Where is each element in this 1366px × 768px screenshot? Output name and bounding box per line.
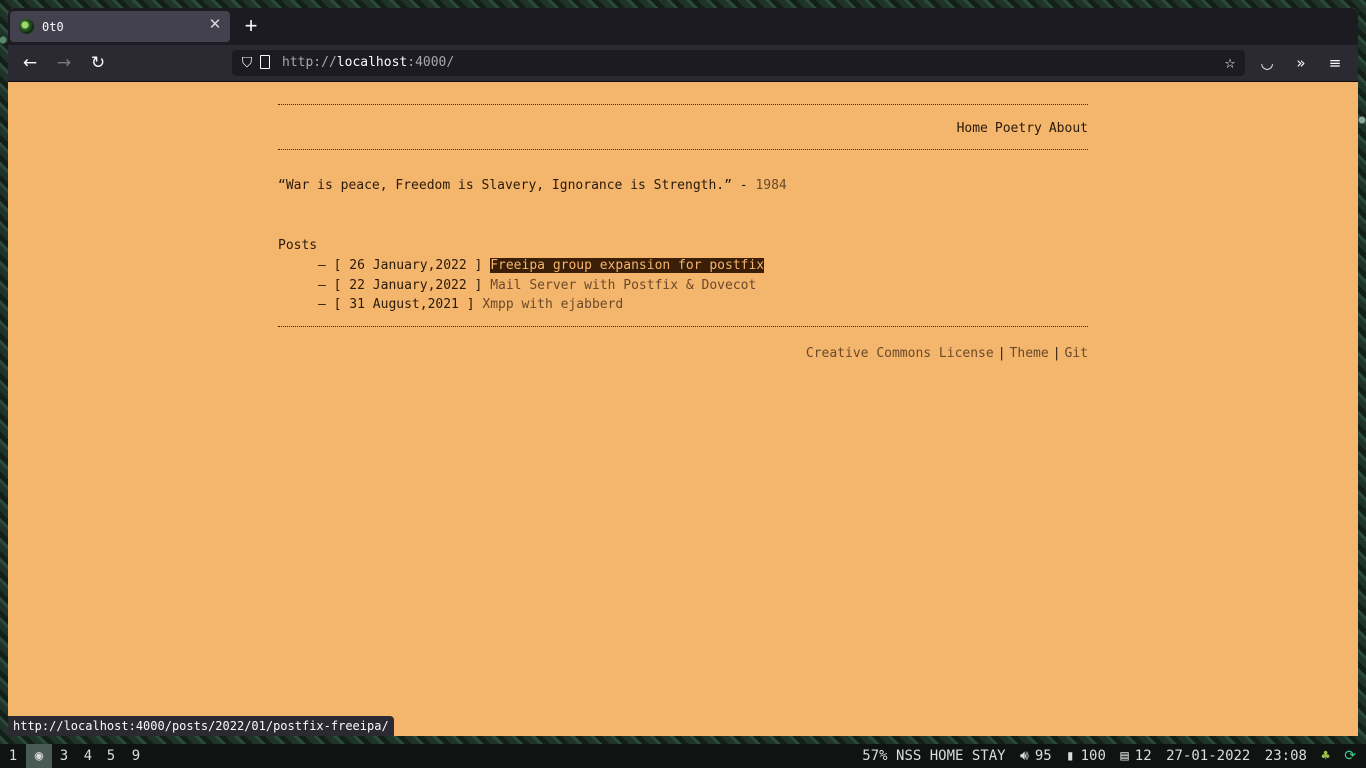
theme-link[interactable]: Theme <box>1010 346 1049 361</box>
post-item: – [ 26 January,2022 ] Freeipa group expa… <box>318 258 765 273</box>
top-divider <box>278 104 1088 105</box>
post-item: – [ 31 August,2021 ] Xmpp with ejabberd <box>318 297 623 312</box>
post-link[interactable]: Mail Server with Postfix & Dovecot <box>490 278 756 293</box>
close-tab-icon[interactable]: ✕ <box>206 16 224 34</box>
system-indicators: 57% NSS HOME STAY 🔊︎ 95 ▮ 100 ▤ 12 27-01-20… <box>856 744 1356 768</box>
quote-text: “War is peace, Freedom is Slavery, Ignor… <box>278 178 748 193</box>
memory-icon: ▤ <box>1120 748 1129 764</box>
nav-divider <box>278 149 1088 150</box>
nav-poetry-link[interactable]: Poetry <box>995 121 1042 136</box>
memory-value: 12 <box>1134 748 1152 764</box>
date: 27-01-2022 <box>1166 748 1251 764</box>
workspace-9[interactable]: 9 <box>128 744 144 768</box>
workspace-active[interactable]: ◉ <box>26 744 52 768</box>
system-status-bar: 1 ◉ 3 4 5 9 57% NSS HOME STAY 🔊︎ 95 ▮ 100 … <box>0 744 1366 768</box>
url-text[interactable]: http://localhost:4000/ <box>282 55 454 70</box>
browser-window: 0t0 ✕ + ← → ↻ ⛉ http://localhost:4000/ ☆… <box>8 8 1358 736</box>
post-link[interactable]: Freeipa group expansion for postfix <box>490 258 765 273</box>
reload-button[interactable]: ↻ <box>85 51 111 75</box>
battery-icon: ▮ <box>1066 748 1075 764</box>
overflow-chevron-icon[interactable]: » <box>1290 52 1312 74</box>
new-tab-button[interactable]: + <box>240 14 262 38</box>
clock: 23:08 <box>1264 748 1307 764</box>
nav-about-link[interactable]: About <box>1049 121 1088 136</box>
volume-icon: 🔊︎ <box>1020 748 1029 764</box>
license-link[interactable]: Creative Commons License <box>806 346 994 361</box>
workspace-4[interactable]: 4 <box>80 744 96 768</box>
tab-title: 0t0 <box>42 20 64 34</box>
workspace-3[interactable]: 3 <box>56 744 72 768</box>
site-footer: Creative Commons License | Theme | Git <box>806 346 1088 361</box>
url-bar[interactable]: ⛉ http://localhost:4000/ ☆ <box>232 50 1245 76</box>
post-link[interactable]: Xmpp with ejabberd <box>482 297 623 312</box>
post-date: – [ 31 August,2021 ] <box>318 297 475 312</box>
bookmark-star-icon[interactable]: ☆ <box>1219 52 1241 74</box>
url-port-path: :4000/ <box>407 55 455 70</box>
back-button[interactable]: ← <box>17 51 43 75</box>
workspace-1[interactable]: 1 <box>4 744 22 768</box>
git-link[interactable]: Git <box>1065 346 1088 361</box>
page-icon[interactable] <box>260 55 270 69</box>
battery-value: 100 <box>1080 748 1106 764</box>
post-date: – [ 22 January,2022 ] <box>318 278 483 293</box>
favicon-icon <box>19 19 34 34</box>
forward-button[interactable]: → <box>51 51 77 75</box>
url-host: localhost <box>336 55 408 70</box>
hamburger-menu-icon[interactable]: ≡ <box>1324 52 1346 74</box>
post-date: – [ 26 January,2022 ] <box>318 258 483 273</box>
navigation-bar: ← → ↻ ⛉ http://localhost:4000/ ☆ ◡ » ≡ <box>8 45 1358 82</box>
firefox-icon: ◉ <box>34 748 44 764</box>
posts-heading: Posts <box>278 238 318 253</box>
site-nav: Home Poetry About <box>950 121 1088 136</box>
tray-app-icon[interactable]: ♣ <box>1321 748 1329 764</box>
pocket-icon[interactable]: ◡ <box>1256 52 1278 74</box>
tray-sync-icon[interactable]: ⟳ <box>1344 748 1356 764</box>
tab-strip: 0t0 ✕ + <box>8 8 1358 45</box>
volume-value: 95 <box>1034 748 1052 764</box>
footer-separator: | <box>1052 346 1061 361</box>
browser-tab[interactable]: 0t0 ✕ <box>10 11 230 42</box>
page-content: Home Poetry About “War is peace, Freedom i… <box>8 82 1358 736</box>
status-text: 57% NSS HOME STAY <box>862 748 1006 764</box>
post-item: – [ 22 January,2022 ] Mail Server with P… <box>318 278 756 293</box>
quote-source-link[interactable]: 1984 <box>755 178 786 193</box>
quote: “War is peace, Freedom is Slavery, Ignor… <box>278 178 787 193</box>
nav-home-link[interactable]: Home <box>957 121 988 136</box>
url-scheme: http:// <box>282 55 337 70</box>
shield-icon[interactable]: ⛉ <box>238 54 256 72</box>
footer-divider <box>278 326 1088 327</box>
footer-separator: | <box>997 346 1006 361</box>
status-link-tooltip: http://localhost:4000/posts/2022/01/post… <box>8 716 394 736</box>
workspace-5[interactable]: 5 <box>103 744 119 768</box>
